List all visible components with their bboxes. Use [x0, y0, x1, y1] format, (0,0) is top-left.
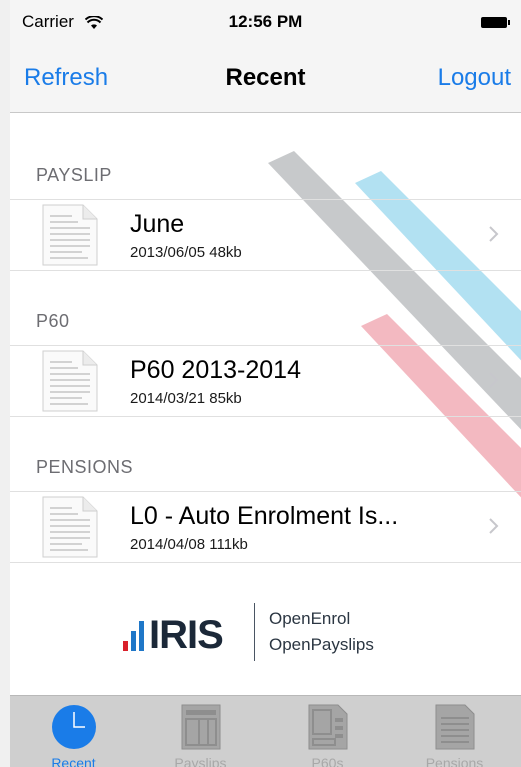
- item-subtitle: 2013/06/05 48kb: [130, 244, 242, 261]
- document-icon: [42, 204, 98, 266]
- tab-payslips[interactable]: Payslips: [137, 696, 264, 767]
- tab-pensions[interactable]: Pensions: [391, 696, 518, 767]
- status-bar: Carrier 12:56 PM: [10, 0, 521, 40]
- list-item-payslip-june[interactable]: June 2013/06/05 48kb: [10, 200, 521, 270]
- item-subtitle: 2014/03/21 85kb: [130, 390, 242, 407]
- section-header-payslip: PAYSLIP: [36, 165, 112, 185]
- tab-label: Pensions: [425, 755, 484, 767]
- list-item-pension[interactable]: L0 - Auto Enrolment Is... 2014/04/08 111…: [10, 492, 521, 562]
- battery-icon: [481, 17, 510, 28]
- brand-line-openenrol: OpenEnrol: [269, 609, 351, 628]
- item-title: L0 - Auto Enrolment Is...: [130, 502, 399, 530]
- divider: [10, 562, 521, 563]
- tab-bar: Recent Payslips P60s Pensions: [10, 695, 521, 767]
- section-header-p60: P60: [36, 311, 70, 331]
- status-time: 12:56 PM: [228, 12, 303, 31]
- divider: [10, 416, 521, 417]
- chevron-right-icon: [489, 518, 499, 534]
- divider: [10, 270, 521, 271]
- logout-button[interactable]: Logout: [438, 64, 511, 92]
- logo-bars-icon: [123, 621, 144, 651]
- document-icon: [42, 350, 98, 412]
- iris-logo: IRIS OpenEnrol OpenPayslips: [10, 603, 521, 663]
- item-title: P60 2013-2014: [130, 356, 301, 384]
- chevron-right-icon: [489, 226, 499, 242]
- chevron-right-icon: [489, 372, 499, 388]
- tab-label: Payslips: [174, 755, 227, 767]
- payslips-icon: [181, 704, 220, 750]
- recent-list[interactable]: PAYSLIP June 2013/06/05 48kb P60 P60 201…: [10, 113, 521, 695]
- logo-divider: [254, 603, 255, 661]
- item-subtitle: 2014/04/08 111kb: [130, 536, 248, 553]
- item-title: June: [130, 210, 185, 238]
- document-icon: [42, 496, 98, 558]
- clock-icon: [51, 705, 96, 749]
- brand-name: IRIS: [149, 613, 224, 657]
- list-item-p60[interactable]: P60 2013-2014 2014/03/21 85kb: [10, 346, 521, 416]
- app-screen: Carrier 12:56 PM Refresh Recent Logout P…: [10, 0, 521, 767]
- pensions-icon: [435, 704, 474, 750]
- tab-p60s[interactable]: P60s: [264, 696, 391, 767]
- navigation-bar: Refresh Recent Logout: [10, 40, 521, 113]
- tab-label: P60s: [311, 755, 344, 767]
- brand-line-openpayslips: OpenPayslips: [269, 635, 374, 654]
- tab-label: Recent: [51, 755, 96, 767]
- p60s-icon: [308, 704, 347, 750]
- section-header-pensions: PENSIONS: [36, 457, 134, 477]
- tab-recent[interactable]: Recent: [10, 696, 137, 767]
